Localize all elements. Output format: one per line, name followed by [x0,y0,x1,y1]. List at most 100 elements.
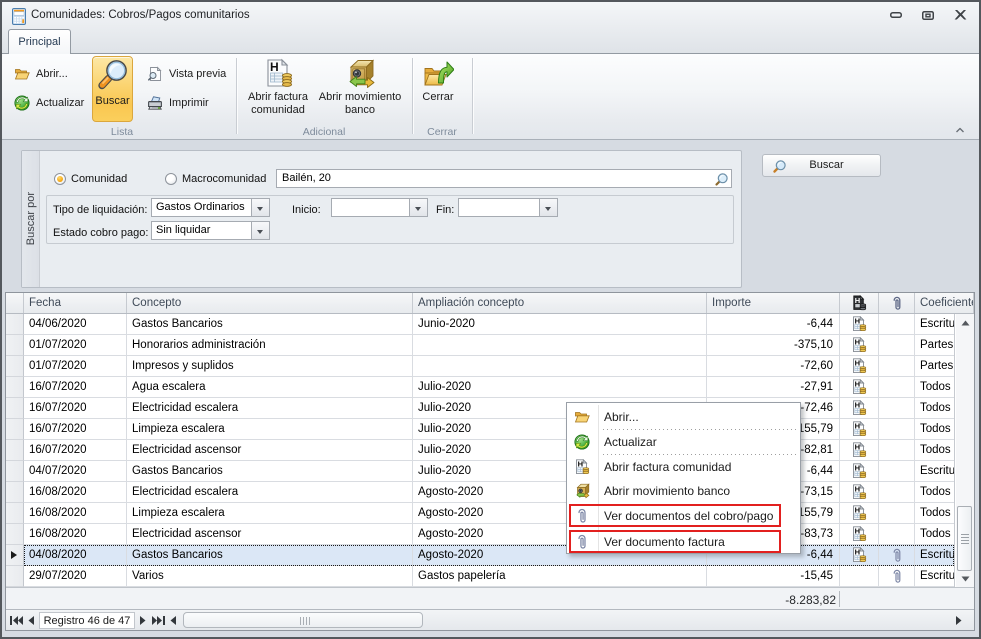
table-row[interactable]: 04/06/2020Gastos BancariosJunio-2020-6,4… [6,314,955,335]
collapse-ribbon-chevron-icon[interactable] [953,123,967,135]
chevron-down-icon[interactable] [409,199,427,216]
table-row[interactable]: 04/07/2020Gastos BancariosJulio-2020-6,4… [6,461,955,482]
abrir-factura-comunidad-button[interactable]: H Abrir factura comunidad [240,56,316,122]
table-row[interactable]: 29/07/2020VariosGastos papelería-15,45 E… [6,566,955,587]
cell-documents-icon [879,398,915,419]
first-record-button[interactable] [10,613,23,628]
cell-importe: -72,60 [707,356,840,377]
cell-importe: -27,91 [707,377,840,398]
minimize-button[interactable] [883,2,909,28]
menu-item-abrir[interactable]: Abrir... [567,405,800,429]
last-record-button[interactable] [152,613,165,628]
close-button[interactable] [947,2,973,28]
header-fecha[interactable]: Fecha [24,293,127,313]
header-documents-icon-column[interactable] [879,293,915,313]
table-row[interactable]: 16/08/2020Electricidad escaleraAgosto-20… [6,482,955,503]
buscar-ribbon-button[interactable]: Buscar [92,56,133,122]
svg-text:H: H [855,296,860,305]
menu-item-ver-documento-factura[interactable]: Ver documento factura [567,529,800,555]
header-coeficiente[interactable]: Coeficiente [915,293,974,313]
header-concepto[interactable]: Concepto [127,293,413,313]
scroll-down-arrow-icon[interactable] [956,570,974,587]
vertical-scrollbar-thumb[interactable] [957,506,972,571]
header-factura-icon-column[interactable]: H [840,293,879,313]
radio-comunidad-circle[interactable] [54,173,66,185]
group-label-adicional: Adicional [236,126,412,139]
footer-divider [839,591,840,607]
maximize-button[interactable] [915,2,941,28]
cell-documents-icon [879,566,915,587]
table-row[interactable]: 04/08/2020Gastos BancariosAgosto-2020-6,… [6,545,955,566]
invoice-document-icon[interactable]: H [851,421,867,437]
estado-cobro-pago-combobox[interactable]: Sin liquidar [151,221,270,240]
actualizar-button[interactable]: Actualizar [14,93,84,113]
chevron-down-icon[interactable] [539,199,557,216]
inicio-combobox[interactable] [331,198,428,217]
horizontal-scrollbar-thumb[interactable] [183,612,423,628]
menu-item-ver-documentos-del-cobro-pago[interactable]: Ver documentos del cobro/pago [567,503,800,529]
safe-box-icon [344,58,376,90]
header-indicator[interactable] [6,293,24,313]
table-row[interactable]: 01/07/2020Impresos y suplidos-72,60 H Pa… [6,356,955,377]
cell-fecha: 16/07/2020 [24,377,127,398]
invoice-document-icon[interactable]: H [851,442,867,458]
radio-macrocomunidad[interactable]: Macrocomunidad [165,173,266,185]
table-row[interactable]: 16/07/2020Electricidad escaleraJulio-202… [6,398,955,419]
imprimir-button[interactable]: Imprimir [147,93,209,113]
group-label-lista: Lista [8,126,236,139]
buscar-button[interactable]: Buscar [762,154,881,177]
tipo-liquidacion-combobox[interactable]: Gastos Ordinarios [151,198,270,217]
close-folder-icon [422,58,454,90]
vista-previa-button[interactable]: Vista previa [147,64,226,84]
radio-macrocomunidad-circle[interactable] [165,173,177,185]
table-row[interactable]: 16/07/2020Agua escaleraJulio-2020-27,91 … [6,377,955,398]
cell-documents-icon [879,503,915,524]
table-row[interactable]: 01/07/2020Honorarios administración-375,… [6,335,955,356]
invoice-document-icon[interactable]: H [851,526,867,542]
search-icon[interactable] [714,172,729,190]
invoice-document-icon[interactable]: H [851,337,867,353]
fin-combobox[interactable] [458,198,558,217]
table-row[interactable]: 16/07/2020Electricidad ascensorJulio-202… [6,440,955,461]
community-search-input[interactable]: Bailén, 20 [276,169,732,188]
invoice-document-icon[interactable]: H [851,379,867,395]
table-row[interactable]: 16/08/2020Electricidad ascensorAgosto-20… [6,524,955,545]
invoice-document-icon[interactable]: H [851,484,867,500]
cerrar-button[interactable]: Cerrar [414,56,462,122]
previous-record-button[interactable] [28,613,34,628]
chevron-down-icon[interactable] [251,222,269,239]
chevron-down-icon[interactable] [251,199,269,216]
vertical-scrollbar[interactable] [956,314,974,587]
invoice-document-icon[interactable]: H [851,505,867,521]
abrir-button[interactable]: Abrir... [14,64,68,84]
scroll-right-arrow-icon[interactable] [956,613,962,628]
paperclip-icon[interactable] [891,569,903,584]
table-row[interactable]: 16/07/2020Limpieza escaleraJulio-2020-15… [6,419,955,440]
invoice-document-icon[interactable]: H [851,463,867,479]
cell-coeficiente: Todos mismo [915,398,955,419]
menu-item-actualizar[interactable]: Actualizar [567,430,800,454]
abrir-factura-label-1: Abrir factura [240,92,316,103]
cell-factura-icon: H [840,545,879,566]
invoice-document-icon[interactable]: H [851,358,867,374]
header-ampliacion[interactable]: Ampliación concepto [413,293,707,313]
header-importe[interactable]: Importe [707,293,840,313]
next-record-button[interactable] [140,613,146,628]
scroll-up-arrow-icon[interactable] [956,314,974,331]
invoice-document-icon[interactable]: H [851,316,867,332]
invoice-document-icon[interactable]: H [851,400,867,416]
menu-item-abrir-movimiento-banco[interactable]: Abrir movimiento banco [567,479,800,503]
scroll-left-arrow-icon[interactable] [170,613,176,628]
tab-principal[interactable]: Principal [8,29,71,54]
cell-concepto: Limpieza escalera [127,503,413,524]
invoice-document-icon[interactable]: H [851,547,867,563]
abrir-movimiento-banco-button[interactable]: Abrir movimiento banco [317,56,403,122]
row-indicator-cell [6,440,24,461]
radio-comunidad[interactable]: Comunidad [54,173,127,185]
menu-item-label: Abrir movimiento banco [604,484,730,498]
paperclip-icon[interactable] [891,548,903,563]
table-row[interactable]: 16/08/2020Limpieza escaleraAgosto-2020-1… [6,503,955,524]
svg-text:H: H [855,359,860,368]
group-label-cerrar: Cerrar [412,126,472,139]
menu-item-abrir-factura-comunidad[interactable]: H Abrir factura comunidad [567,455,800,479]
